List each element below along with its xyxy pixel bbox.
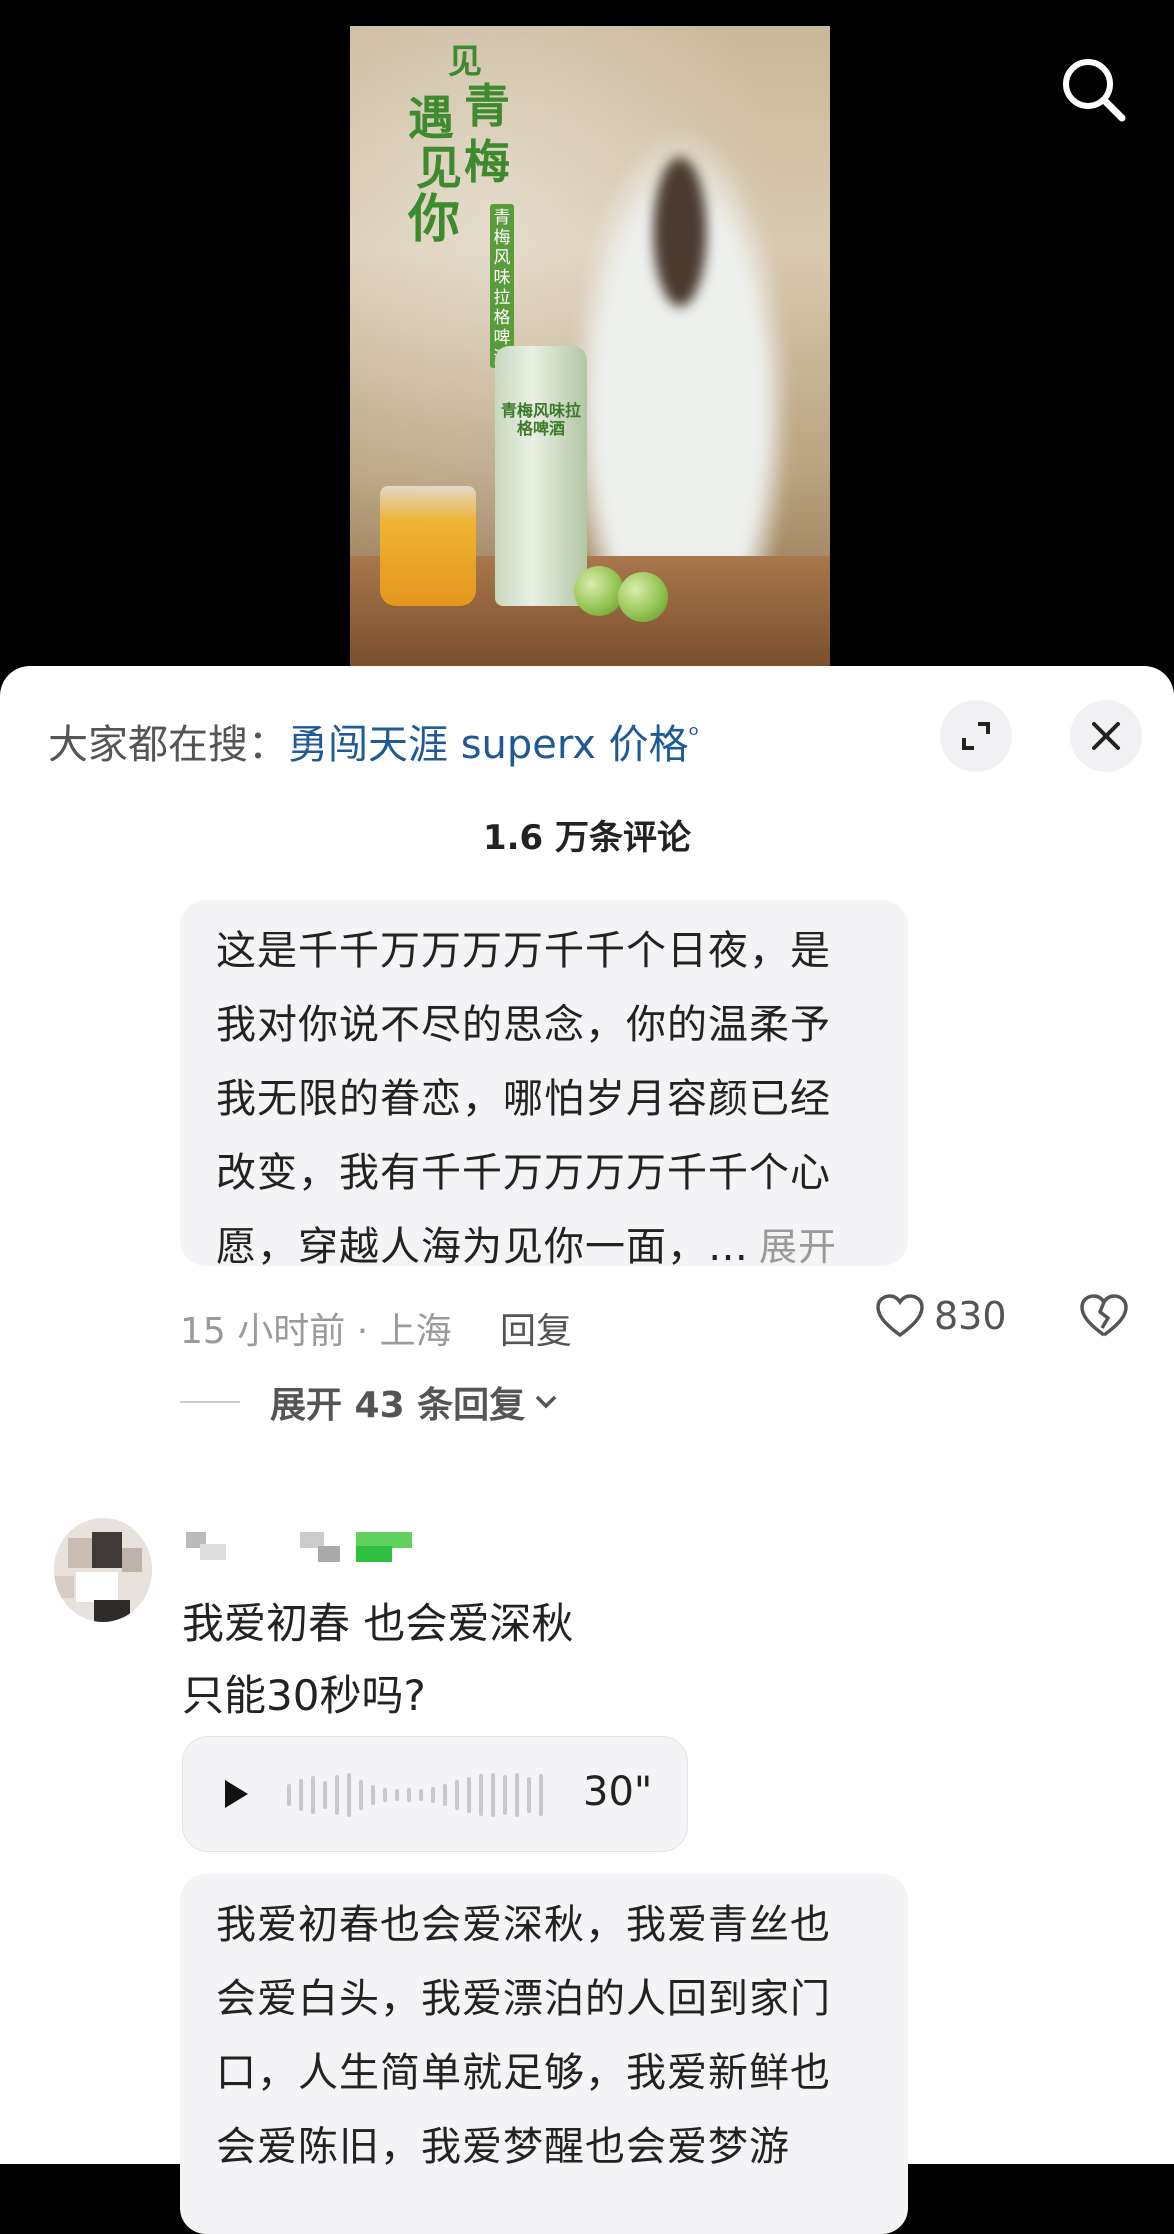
comment-line: 改变，我有千千万万万万千千个心 — [216, 1150, 831, 1196]
comment-line: 这是千千万万万万千千个日夜，是 — [216, 928, 831, 974]
search-icon[interactable] — [1058, 54, 1128, 124]
poster-char: 遇 — [408, 91, 454, 145]
comment-text: 只能30秒吗? — [182, 1671, 426, 1720]
comment-time-location: 15 小时前 · 上海 — [180, 1311, 452, 1352]
comment-bubble: 这是千千万万万万千千个日夜，是 我对你说不尽的思念，你的温柔予 我无限的眷恋，哪… — [180, 900, 908, 1270]
close-button[interactable] — [1070, 700, 1142, 772]
expand-icon — [962, 722, 990, 750]
avatar[interactable] — [54, 1518, 152, 1622]
hot-search-keyword[interactable]: 勇闯天涯 superx 价格 — [288, 722, 689, 768]
video-player[interactable]: 见 青 遇 梅 见 你 青梅风味拉格啤酒 青梅风味拉格啤酒 — [0, 0, 1174, 700]
transcript-line: 口，人生简单就足够，我爱新鲜也 — [216, 2050, 831, 2096]
transcript-bubble: 我爱初春也会爱深秋，我爱青丝也 会爱白头，我爱漂泊的人回到家门 口，人生简单就足… — [180, 1874, 908, 2234]
expand-replies-label: 展开 43 条回复 — [270, 1385, 526, 1426]
comment-line: 我无限的眷恋，哪怕岁月容颜已经 — [216, 1076, 831, 1122]
like-count: 830 — [934, 1294, 1007, 1338]
plum — [618, 572, 668, 622]
beer-can: 青梅风味拉格啤酒 — [495, 346, 587, 606]
poster-char: 青 — [464, 79, 510, 133]
beer-glass — [380, 486, 476, 606]
comment-line: 我对你说不尽的思念，你的温柔予 — [216, 1002, 831, 1048]
can-label: 青梅风味拉格啤酒 — [500, 401, 581, 438]
transcript-line: 会爱白头，我爱漂泊的人回到家门 — [216, 1976, 831, 2022]
poster-tag: 青梅风味拉格啤酒 — [490, 204, 514, 368]
comment-count: 1.6 万条评论 — [482, 818, 692, 858]
comment-meta: 15 小时前 · 上海 回复 — [180, 1302, 572, 1354]
voice-duration: 30" — [583, 1769, 653, 1815]
comment-line: 愿，穿越人海为见你一面，… — [216, 1224, 749, 1270]
broken-heart-icon[interactable] — [1080, 1294, 1128, 1338]
hot-search-prefix: 大家都在搜： — [48, 722, 288, 768]
transcript-line: 我爱初春也会爱深秋，我爱青丝也 — [216, 1902, 831, 1948]
waveform — [287, 1773, 543, 1817]
video-frame: 见 青 遇 梅 见 你 青梅风味拉格啤酒 青梅风味拉格啤酒 — [350, 26, 830, 666]
transcript-line: 会爱陈旧，我爱梦醒也会爱梦游 — [216, 2124, 790, 2170]
poster-char: 你 — [408, 189, 461, 250]
chevron-down-icon — [535, 1395, 557, 1409]
blurred-person — [550, 76, 810, 596]
comment-text: 我爱初春 也会爱深秋 — [182, 1599, 574, 1648]
reply-button[interactable]: 回复 — [500, 1302, 572, 1354]
poster-char: 见 — [416, 141, 462, 195]
expand-replies-button[interactable]: 展开 43 条回复 — [180, 1376, 559, 1428]
like-button[interactable]: 830 — [876, 1294, 1007, 1338]
fullscreen-button[interactable] — [940, 700, 1012, 772]
expand-text-link[interactable]: 展开 — [759, 1225, 837, 1269]
heart-icon — [876, 1294, 924, 1338]
mini-search-icon: ᵒ — [688, 720, 700, 751]
close-icon — [1092, 722, 1120, 750]
play-icon[interactable] — [221, 1777, 251, 1811]
plum — [574, 566, 624, 616]
hot-search-bar[interactable]: 大家都在搜：勇闯天涯 superx 价格ᵒ — [48, 712, 699, 770]
voice-message[interactable]: 30" — [182, 1736, 688, 1852]
comment-sheet: 大家都在搜：勇闯天涯 superx 价格ᵒ 1.6 万条评论 这是千千万万万万千… — [0, 666, 1174, 2234]
poster-char: 梅 — [464, 135, 510, 189]
